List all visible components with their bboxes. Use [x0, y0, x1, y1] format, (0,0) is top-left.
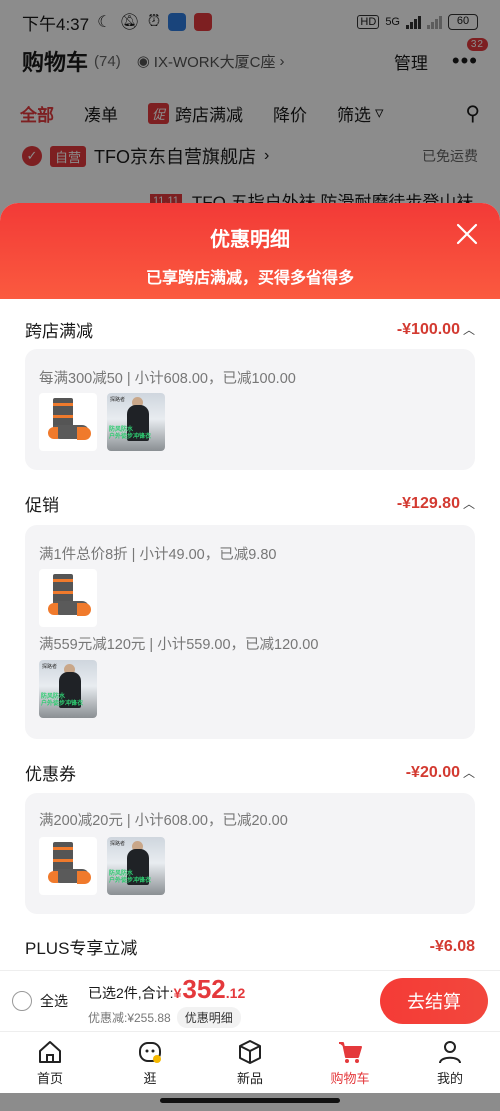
nav-profile[interactable]: 我的	[415, 1038, 485, 1087]
discount-details-button[interactable]: 优惠明细	[176, 1007, 241, 1028]
nav-new[interactable]: 新品	[215, 1038, 285, 1087]
promotion-card: 满1件总价8折 | 小计49.00，已减9.80 满559元减120元 | 小计…	[25, 525, 475, 739]
total-decimal: .12	[225, 985, 246, 1001]
selected-label: 已选2件,合计:	[88, 985, 174, 1001]
totals: 已选2件,合计: ¥ 352 .12 优惠减:¥255.88 优惠明细	[88, 974, 245, 1028]
total-line: 已选2件,合计: ¥ 352 .12	[88, 974, 245, 1005]
chevron-up-icon: ︿	[462, 323, 475, 337]
nav-label: 新品	[236, 1071, 263, 1086]
jacket-thumbnail[interactable]: 探路者 防风防水 户外徒步冲锋衣	[107, 837, 165, 895]
chevron-up-icon: ︿	[462, 766, 475, 780]
section-title: PLUS专享立减	[25, 939, 138, 958]
home-indicator	[160, 1098, 340, 1103]
home-icon	[39, 1041, 61, 1063]
amount-value: -¥100.00	[396, 320, 460, 338]
product-thumbs: 探路者 防风防水 户外徒步冲锋衣	[39, 393, 165, 451]
currency-symbol: ¥	[173, 985, 182, 1001]
jacket-brand: 探路者	[42, 664, 58, 670]
discount-label: 优惠减:¥255.88	[88, 1011, 171, 1025]
sock-thumbnail[interactable]	[39, 393, 97, 451]
section-title: 跨店满减	[25, 322, 93, 341]
sheet-title: 优惠明细	[210, 229, 290, 251]
select-all-radio[interactable]	[12, 991, 32, 1011]
discount-line: 优惠减:¥255.88 优惠明细	[88, 1007, 245, 1028]
nav-cart[interactable]: 购物车	[315, 1038, 385, 1087]
section-amount: -¥129.80 ︿	[397, 495, 475, 513]
jacket-brand: 探路者	[110, 841, 126, 847]
total-integer: 352	[182, 974, 226, 1004]
section-promotion[interactable]: 促销 -¥129.80 ︿	[25, 491, 475, 516]
product-thumbs: 探路者 防风防水 户外徒步冲锋衣	[39, 837, 165, 895]
cart-icon	[339, 1042, 362, 1063]
cross-store-card: 每满300减50 | 小计608.00，已减100.00 探路者 防风防水 户外徒…	[25, 349, 475, 470]
jacket-caption: 防风防水 户外徒步冲锋衣	[109, 871, 152, 884]
discount-details-sheet: 优惠明细 已享跨店满减，买得多省得多 跨店满减 -¥100.00 ︿ 每满300…	[0, 203, 500, 970]
bottom-nav: 首页 逛 新品 购物车 我的	[0, 1031, 500, 1093]
nav-label: 我的	[436, 1071, 463, 1086]
section-coupon[interactable]: 优惠券 -¥20.00 ︿	[25, 760, 475, 785]
sheet-subtitle: 已享跨店满减，买得多省得多	[145, 270, 354, 287]
jacket-thumbnail[interactable]: 探路者 防风防水 户外徒步冲锋衣	[39, 660, 97, 718]
sheet-header: 优惠明细 已享跨店满减，买得多省得多	[0, 203, 500, 299]
section-amount: -¥20.00 ︿	[406, 764, 475, 782]
rule-text: 满1件总价8折 | 小计49.00，已减9.80	[39, 547, 277, 563]
rule-text: 满200减20元 | 小计608.00，已减20.00	[39, 813, 288, 829]
amount-value: -¥20.00	[405, 763, 460, 781]
coupon-card: 满200减20元 | 小计608.00，已减20.00 探路者 防风防水 户外徒步…	[25, 793, 475, 914]
jacket-caption: 防风防水 户外徒步冲锋衣	[109, 427, 152, 440]
sock-thumbnail[interactable]	[39, 837, 97, 895]
checkout-button[interactable]: 去结算	[380, 978, 488, 1024]
section-amount: -¥100.00 ︿	[397, 321, 475, 339]
section-amount: -¥6.08	[429, 937, 475, 955]
section-title: 促销	[25, 496, 59, 515]
select-all-label[interactable]: 全选	[40, 991, 68, 1011]
new-product-icon	[239, 1040, 261, 1064]
nav-browse[interactable]: 逛	[115, 1038, 185, 1087]
jacket-caption: 防风防水 户外徒步冲锋衣	[41, 694, 84, 707]
product-thumbs: 探路者 防风防水 户外徒步冲锋衣	[39, 660, 97, 718]
browse-icon	[139, 1042, 161, 1063]
jacket-brand: 探路者	[110, 397, 126, 403]
sock-thumbnail[interactable]	[39, 569, 97, 627]
profile-icon	[439, 1041, 461, 1064]
rule-text: 每满300减50 | 小计608.00，已减100.00	[39, 371, 296, 387]
rule-text: 满559元减120元 | 小计559.00，已减120.00	[39, 637, 319, 653]
nav-label: 逛	[143, 1071, 157, 1086]
amount-value: -¥129.80	[396, 494, 460, 512]
nav-label: 首页	[36, 1071, 63, 1086]
product-thumbs	[39, 569, 97, 627]
checkout-bar: 全选 已选2件,合计: ¥ 352 .12 优惠减:¥255.88 优惠明细 去…	[0, 970, 500, 1031]
section-plus-discount: PLUS专享立减 -¥6.08	[25, 934, 475, 959]
nav-label: 购物车	[330, 1071, 370, 1086]
nav-home[interactable]: 首页	[15, 1038, 85, 1087]
chevron-up-icon: ︿	[462, 497, 475, 511]
section-title: 优惠券	[25, 765, 76, 784]
jacket-thumbnail[interactable]: 探路者 防风防水 户外徒步冲锋衣	[107, 393, 165, 451]
section-cross-store[interactable]: 跨店满减 -¥100.00 ︿	[25, 317, 475, 342]
close-icon[interactable]	[456, 223, 478, 245]
